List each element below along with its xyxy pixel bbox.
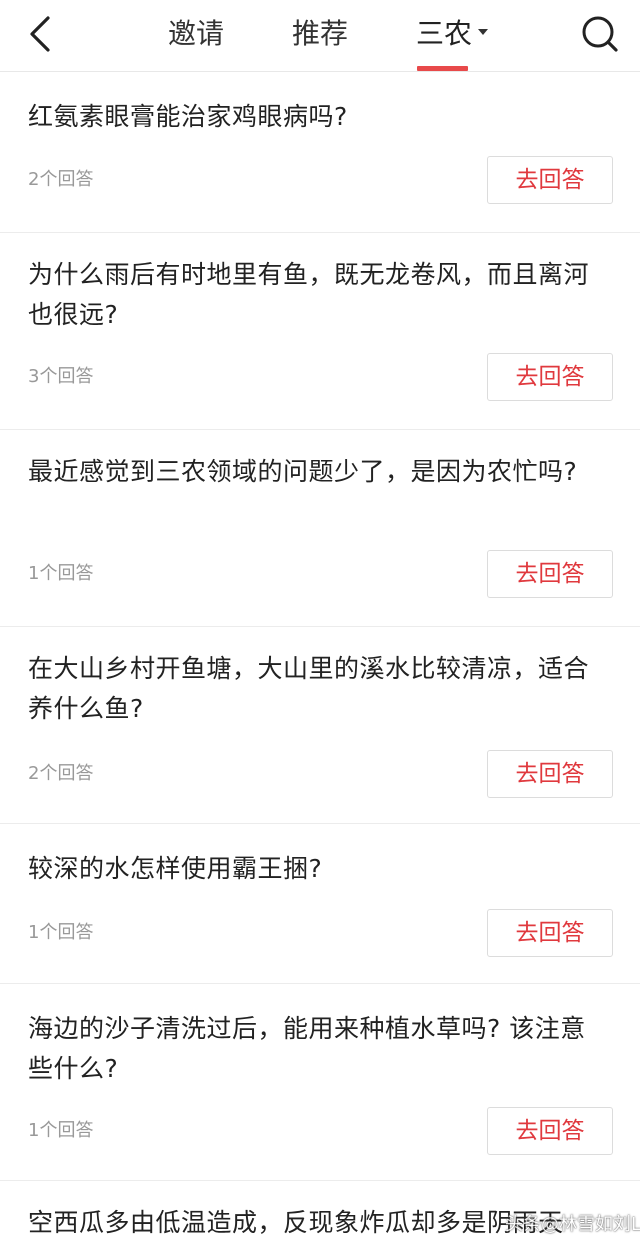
back-button[interactable] bbox=[18, 12, 62, 56]
answer-count: 1个回答 bbox=[28, 563, 94, 584]
search-icon bbox=[582, 16, 618, 52]
tab-invite[interactable]: 邀请 bbox=[168, 14, 224, 54]
tab-bar: 邀请 推荐 三农 bbox=[0, 0, 640, 72]
answer-count: 1个回答 bbox=[28, 1120, 94, 1141]
tab-recommend[interactable]: 推荐 bbox=[292, 14, 348, 54]
answer-count: 3个回答 bbox=[28, 366, 94, 387]
tab-sannong-label: 三农 bbox=[416, 17, 473, 50]
top-bar: 邀请 推荐 三农 bbox=[0, 0, 640, 72]
answer-count: 2个回答 bbox=[28, 763, 94, 784]
question-item[interactable]: 为什么雨后有时地里有鱼，既无龙卷风，而且离河也很远? 3个回答 去回答 bbox=[0, 233, 640, 430]
question-title[interactable]: 在大山乡村开鱼塘，大山里的溪水比较清凉，适合养什么鱼? bbox=[28, 649, 610, 729]
question-title[interactable]: 海边的沙子清洗过后，能用来种植水草吗? 该注意些什么? bbox=[28, 1009, 610, 1089]
question-item[interactable]: 在大山乡村开鱼塘，大山里的溪水比较清凉，适合养什么鱼? 2个回答 去回答 bbox=[0, 627, 640, 824]
question-item[interactable]: 海边的沙子清洗过后，能用来种植水草吗? 该注意些什么? 1个回答 去回答 bbox=[0, 984, 640, 1181]
question-item[interactable]: 较深的水怎样使用霸王捆? 1个回答 去回答 bbox=[0, 824, 640, 984]
watermark: 头条@林雪如刘L bbox=[505, 1214, 640, 1235]
search-button[interactable] bbox=[578, 12, 622, 56]
question-title[interactable]: 较深的水怎样使用霸王捆? bbox=[28, 849, 610, 889]
answer-button[interactable]: 去回答 bbox=[487, 909, 613, 957]
answer-count: 2个回答 bbox=[28, 169, 94, 190]
question-title[interactable]: 红氨素眼膏能治家鸡眼病吗? bbox=[28, 97, 610, 137]
question-item[interactable]: 最近感觉到三农领域的问题少了，是因为农忙吗? 1个回答 去回答 bbox=[0, 430, 640, 627]
app: 邀请 推荐 三农 红氨素眼膏能治家鸡眼病吗? 2个回答 去回答 为什么雨后有时地… bbox=[0, 0, 640, 1243]
question-list: 红氨素眼膏能治家鸡眼病吗? 2个回答 去回答 为什么雨后有时地里有鱼，既无龙卷风… bbox=[0, 73, 640, 1243]
answer-button[interactable]: 去回答 bbox=[487, 156, 613, 204]
question-title[interactable]: 为什么雨后有时地里有鱼，既无龙卷风，而且离河也很远? bbox=[28, 255, 610, 335]
answer-button[interactable]: 去回答 bbox=[487, 750, 613, 798]
chevron-left-icon bbox=[30, 16, 50, 52]
answer-button[interactable]: 去回答 bbox=[487, 353, 613, 401]
answer-button[interactable]: 去回答 bbox=[487, 1107, 613, 1155]
tab-sannong[interactable]: 三农 bbox=[416, 14, 489, 54]
answer-count: 1个回答 bbox=[28, 922, 94, 943]
question-item[interactable]: 红氨素眼膏能治家鸡眼病吗? 2个回答 去回答 bbox=[0, 73, 640, 233]
active-tab-indicator bbox=[417, 66, 468, 71]
question-title[interactable]: 最近感觉到三农领域的问题少了，是因为农忙吗? bbox=[28, 452, 610, 492]
caret-down-icon bbox=[478, 29, 489, 35]
answer-button[interactable]: 去回答 bbox=[487, 550, 613, 598]
